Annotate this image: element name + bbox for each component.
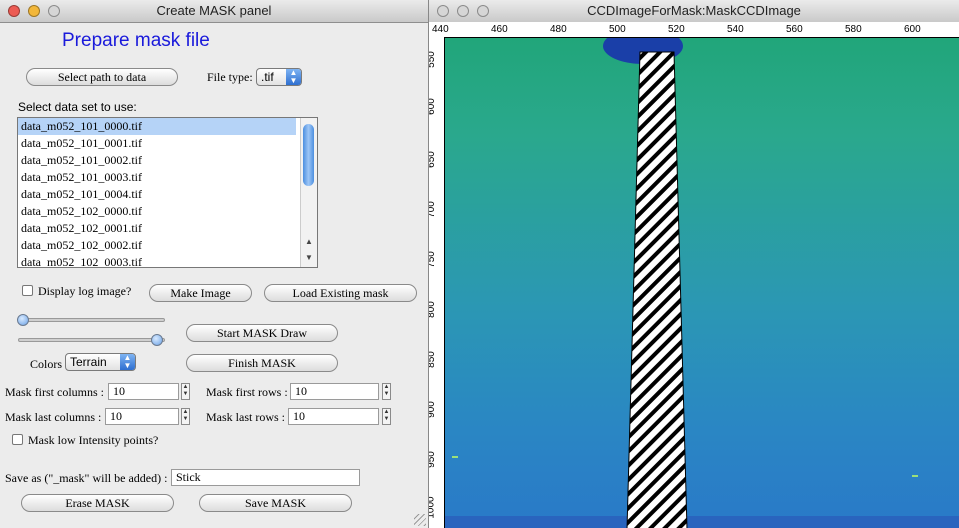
min-slider-track[interactable] [18, 318, 165, 322]
mask-first-columns-field[interactable]: 10 [108, 383, 179, 400]
y-tick-label: 650 [429, 151, 437, 168]
display-log-checkbox[interactable] [22, 285, 33, 296]
x-tick-label: 460 [491, 24, 508, 35]
minimize-icon[interactable] [457, 5, 469, 17]
panel-title: Create MASK panel [156, 3, 272, 18]
mask-first-rows-stepper[interactable]: ▲ ▼ [382, 383, 391, 400]
chevron-updown-icon: ▲ ▼ [286, 69, 301, 85]
mask-panel-window: Create MASK panel Prepare mask file Sele… [0, 0, 429, 528]
y-tick-label: 800 [429, 301, 437, 318]
mask-low-intensity-checkbox[interactable] [12, 434, 23, 445]
list-item[interactable]: data_m052_101_0004.tif [18, 186, 317, 203]
min-slider-knob[interactable] [17, 314, 29, 326]
list-item[interactable]: data_m052_102_0003.tif [18, 254, 317, 267]
mask-first-rows-label: Mask first rows : [206, 385, 288, 399]
zoom-icon[interactable] [477, 5, 489, 17]
image-titlebar: CCDImageForMask:MaskCCDImage [429, 0, 959, 23]
finish-mask-button[interactable]: Finish MASK [186, 354, 338, 372]
colors-value: Terrain [70, 355, 107, 369]
list-item[interactable]: data_m052_101_0000.tif [18, 118, 296, 135]
zoom-icon[interactable] [48, 5, 60, 17]
y-tick-label: 750 [429, 251, 437, 268]
list-scrollbar[interactable]: ▲ ▼ [300, 118, 317, 267]
colors-select[interactable]: Terrain ▲ ▼ [65, 353, 136, 371]
list-item[interactable]: data_m052_101_0003.tif [18, 169, 317, 186]
page-title: Prepare mask file [62, 30, 210, 51]
mask-last-columns-label: Mask last columns : [5, 410, 102, 424]
start-mask-draw-button[interactable]: Start MASK Draw [186, 324, 338, 342]
ccd-image-graphic [445, 38, 959, 528]
list-item[interactable]: data_m052_102_0002.tif [18, 237, 317, 254]
close-icon[interactable] [437, 5, 449, 17]
image-title: CCDImageForMask:MaskCCDImage [587, 3, 801, 18]
mask-first-rows-field[interactable]: 10 [290, 383, 379, 400]
list-item[interactable]: data_m052_102_0000.tif [18, 203, 317, 220]
mask-last-rows-label: Mask last rows : [206, 410, 285, 424]
ccd-image[interactable] [444, 37, 959, 528]
display-log-label: Display log image? [38, 284, 132, 298]
colors-label: Colors [30, 357, 63, 371]
file-type-label: File type: [207, 70, 253, 84]
load-mask-button[interactable]: Load Existing mask [264, 284, 417, 302]
select-data-label: Select data set to use: [18, 100, 137, 114]
image-window: CCDImageForMask:MaskCCDImage 440 460 480… [429, 0, 959, 528]
y-tick-label: 950 [429, 451, 437, 468]
scroll-down-icon[interactable]: ▼ [301, 251, 317, 265]
list-item[interactable]: data_m052_101_0001.tif [18, 135, 317, 152]
x-tick-label: 500 [609, 24, 626, 35]
x-tick-label: 520 [668, 24, 685, 35]
mask-last-columns-field[interactable]: 10 [105, 408, 179, 425]
erase-mask-button[interactable]: Erase MASK [21, 494, 174, 512]
y-tick-label: 850 [429, 351, 437, 368]
save-mask-button[interactable]: Save MASK [199, 494, 352, 512]
data-file-list[interactable]: data_m052_101_0000.tif data_m052_101_000… [17, 117, 318, 268]
select-path-button[interactable]: Select path to data [26, 68, 178, 86]
x-tick-label: 540 [727, 24, 744, 35]
y-tick-label: 1000 [429, 496, 437, 519]
make-image-button[interactable]: Make Image [149, 284, 252, 302]
minimize-icon[interactable] [28, 5, 40, 17]
close-icon[interactable] [8, 5, 20, 17]
mask-last-rows-stepper[interactable]: ▲ ▼ [382, 408, 391, 425]
mask-low-intensity-label: Mask low Intensity points? [28, 433, 159, 447]
mask-first-columns-label: Mask first columns : [5, 385, 104, 399]
x-tick-label: 560 [786, 24, 803, 35]
file-type-value: .tif [261, 70, 274, 84]
x-tick-label: 580 [845, 24, 862, 35]
save-as-label: Save as ("_mask" will be added) : [5, 471, 168, 485]
y-tick-label: 600 [429, 98, 437, 115]
mask-first-columns-stepper[interactable]: ▲ ▼ [181, 383, 190, 400]
mask-last-rows-field[interactable]: 10 [288, 408, 379, 425]
save-as-field[interactable]: Stick [171, 469, 360, 486]
x-tick-label: 440 [432, 24, 449, 35]
chevron-updown-icon: ▲ ▼ [120, 354, 135, 370]
list-item[interactable]: data_m052_102_0001.tif [18, 220, 317, 237]
y-tick-label: 900 [429, 401, 437, 418]
list-item[interactable]: data_m052_101_0002.tif [18, 152, 317, 169]
scroll-up-icon[interactable]: ▲ [301, 235, 317, 249]
max-slider-track[interactable] [18, 338, 165, 342]
mask-last-columns-stepper[interactable]: ▲ ▼ [181, 408, 190, 425]
max-slider-knob[interactable] [151, 334, 163, 346]
y-tick-label: 550 [429, 51, 437, 68]
x-tick-label: 600 [904, 24, 921, 35]
panel-titlebar: Create MASK panel [0, 0, 428, 23]
file-type-select[interactable]: .tif ▲ ▼ [256, 68, 302, 86]
x-tick-label: 480 [550, 24, 567, 35]
scrollbar-thumb[interactable] [303, 124, 314, 186]
resize-grip-icon[interactable] [414, 514, 426, 526]
y-tick-label: 700 [429, 201, 437, 218]
